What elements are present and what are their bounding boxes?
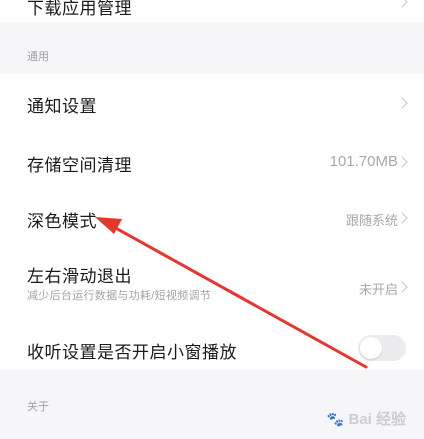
storage-size-value: 101.70MB — [329, 153, 398, 170]
download-manager-label: 下载应用管理 — [27, 0, 132, 18]
paw-icon: 🐾 — [326, 411, 345, 427]
notifications-label: 通知设置 — [27, 97, 97, 116]
general-settings-card: 通知设置 存储空间清理 101.70MB 深色模式 跟随系统 左右滑动退出 减少… — [0, 74, 424, 370]
chevron-right-icon — [396, 97, 408, 109]
listen-setting-row: 收听设置是否开启小窗播放 — [0, 310, 424, 370]
download-manager-card: 下载应用管理 — [0, 0, 424, 22]
baidu-watermark: 🐾 Bai 经验 — [327, 408, 406, 429]
swipe-exit-label: 左右滑动退出 — [27, 267, 132, 286]
chevron-right-icon — [396, 281, 408, 293]
chevron-right-icon — [396, 212, 408, 224]
storage-cleanup-label: 存储空间清理 — [27, 156, 132, 175]
listen-setting-label: 收听设置是否开启小窗播放 — [27, 343, 237, 362]
watermark-text: Bai 经验 — [348, 411, 406, 428]
settings-page: 下载应用管理 通用 通知设置 存储空间清理 101.70MB 深色模式 跟随系统… — [0, 0, 424, 439]
mini-player-toggle[interactable] — [358, 335, 406, 361]
chevron-right-icon — [396, 156, 408, 168]
swipe-exit-sublabel: 减少后台运行数据与功耗/短视频调节 — [27, 290, 212, 302]
swipe-exit-value: 未开启 — [358, 282, 398, 297]
download-manager-row[interactable]: 下载应用管理 — [0, 0, 424, 22]
toggle-knob — [360, 337, 382, 359]
section-header-general: 通用 — [27, 51, 49, 63]
dark-mode-value: 跟随系统 — [345, 213, 398, 228]
dark-mode-label: 深色模式 — [27, 212, 97, 231]
storage-cleanup-row[interactable]: 存储空间清理 101.70MB — [0, 132, 424, 190]
notifications-row[interactable]: 通知设置 — [0, 74, 424, 132]
dark-mode-row[interactable]: 深色模式 跟随系统 — [0, 190, 424, 248]
chevron-right-icon — [396, 0, 408, 8]
swipe-exit-row[interactable]: 左右滑动退出 减少后台运行数据与功耗/短视频调节 未开启 — [0, 248, 424, 310]
section-header-about: 关于 — [27, 401, 49, 413]
